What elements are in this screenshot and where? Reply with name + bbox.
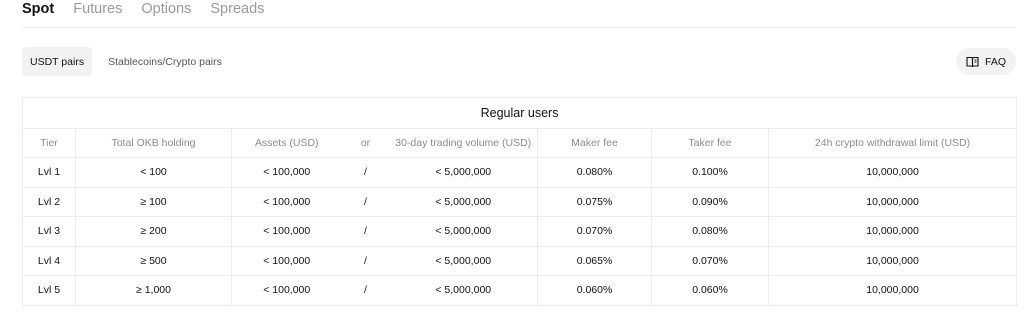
column-header-or: or [341, 128, 390, 158]
tab-spot[interactable]: Spot [22, 0, 54, 28]
table-row: Lvl 1 < 100 < 100,000 / < 5,000,000 0.08… [22, 157, 1018, 188]
separator-cell: / [341, 245, 390, 276]
withdrawal-limit-cell: 10,000,000 [767, 157, 1018, 188]
volume-cell: < 5,000,000 [389, 216, 538, 247]
tier-cell: Lvl 2 [22, 186, 76, 217]
table-row: Lvl 5 ≥ 1,000 < 100,000 / < 5,000,000 0.… [22, 275, 1018, 306]
withdrawal-limit-cell: 10,000,000 [767, 186, 1018, 217]
tabs-divider [22, 27, 1016, 28]
taker-fee-cell: 0.080% [651, 216, 769, 247]
assets-cell: < 100,000 [231, 157, 342, 188]
column-header-tier: Tier [22, 128, 76, 158]
faq-button[interactable]: FAQ [955, 48, 1016, 75]
okb-cell: ≥ 100 [75, 186, 232, 217]
volume-cell: < 5,000,000 [389, 157, 538, 188]
assets-cell: < 100,000 [231, 245, 342, 276]
okb-cell: ≥ 200 [75, 216, 232, 247]
tab-options[interactable]: Options [141, 0, 191, 28]
maker-fee-cell: 0.065% [537, 245, 652, 276]
book-icon [966, 56, 979, 68]
separator-cell: / [341, 275, 390, 306]
faq-label: FAQ [984, 55, 1006, 68]
tab-futures[interactable]: Futures [73, 0, 122, 28]
tab-stablecoins-crypto-pairs[interactable]: Stablecoins/Crypto pairs [100, 47, 230, 76]
pair-type-tabs: USDT pairs Stablecoins/Crypto pairs [22, 47, 230, 76]
taker-fee-cell: 0.100% [651, 157, 769, 188]
table-row: Lvl 3 ≥ 200 < 100,000 / < 5,000,000 0.07… [22, 216, 1018, 247]
column-header-taker: Taker fee [651, 128, 769, 158]
volume-cell: < 5,000,000 [389, 245, 538, 276]
okb-cell: < 100 [75, 157, 232, 188]
withdrawal-limit-cell: 10,000,000 [767, 245, 1018, 276]
table-row: Lvl 4 ≥ 500 < 100,000 / < 5,000,000 0.06… [22, 245, 1018, 276]
assets-cell: < 100,000 [231, 216, 342, 247]
table-group-title: Regular users [21, 97, 1018, 129]
maker-fee-cell: 0.075% [537, 186, 652, 217]
product-tabs: Spot Futures Options Spreads [22, 0, 264, 28]
tab-spreads[interactable]: Spreads [210, 0, 264, 28]
assets-cell: < 100,000 [231, 186, 342, 217]
column-header-assets: Assets (USD) [231, 128, 342, 158]
taker-fee-cell: 0.060% [651, 275, 769, 306]
volume-cell: < 5,000,000 [389, 275, 538, 306]
tier-cell: Lvl 5 [22, 275, 76, 306]
taker-fee-cell: 0.090% [651, 186, 769, 217]
withdrawal-limit-cell: 10,000,000 [767, 275, 1018, 306]
maker-fee-cell: 0.070% [537, 216, 652, 247]
separator-cell: / [341, 216, 390, 247]
table-row: Lvl 2 ≥ 100 < 100,000 / < 5,000,000 0.07… [22, 186, 1018, 217]
tier-cell: Lvl 4 [22, 245, 76, 276]
assets-cell: < 100,000 [231, 275, 342, 306]
tab-usdt-pairs[interactable]: USDT pairs [22, 47, 93, 76]
tier-cell: Lvl 1 [22, 157, 76, 188]
okb-cell: ≥ 500 [75, 245, 232, 276]
column-header-maker: Maker fee [537, 128, 652, 158]
withdrawal-limit-cell: 10,000,000 [767, 216, 1018, 247]
taker-fee-cell: 0.070% [651, 245, 769, 276]
separator-cell: / [341, 186, 390, 217]
fee-table: Regular users Tier Total OKB holding Ass… [21, 97, 1018, 306]
column-header-withdrawal: 24h crypto withdrawal limit (USD) [767, 128, 1018, 158]
column-header-okb: Total OKB holding [75, 128, 232, 158]
maker-fee-cell: 0.060% [537, 275, 652, 306]
volume-cell: < 5,000,000 [389, 186, 538, 217]
column-header-volume: 30-day trading volume (USD) [389, 128, 538, 158]
maker-fee-cell: 0.080% [537, 157, 652, 188]
okb-cell: ≥ 1,000 [75, 275, 232, 306]
separator-cell: / [341, 157, 390, 188]
tier-cell: Lvl 3 [22, 216, 76, 247]
